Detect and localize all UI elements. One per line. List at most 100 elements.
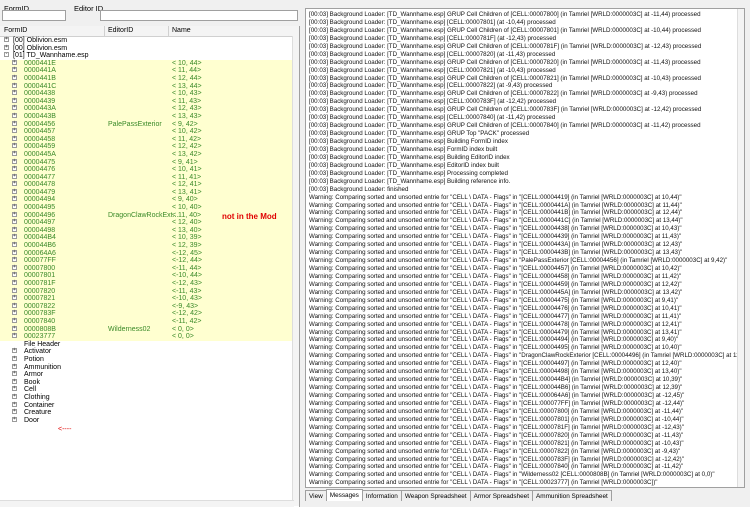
tree-vertical-scrollbar[interactable] [292, 36, 299, 506]
expand-icon[interactable]: + [12, 74, 17, 80]
group-node[interactable]: + Container [0, 401, 299, 410]
tab-weapon-spreadsheet[interactable]: Weapon Spreadsheet [400, 490, 471, 501]
expand-icon[interactable]: + [12, 295, 17, 301]
expand-icon[interactable]: + [12, 264, 17, 270]
expand-icon[interactable]: + [12, 226, 17, 232]
tab-ammunition-spreadsheet[interactable]: Ammunition Spreadsheet [532, 490, 612, 501]
record-row[interactable]: +00004479 < 13, 41> [0, 188, 299, 197]
record-row[interactable]: +0000783F <-12, 42> [0, 310, 299, 318]
expand-icon[interactable]: + [12, 333, 17, 339]
expand-icon[interactable]: + [12, 67, 17, 73]
record-row[interactable]: +00004439 < 11, 43> [0, 97, 299, 106]
group-node[interactable]: + Armor [0, 371, 299, 379]
record-tree[interactable]: FormID EditorID Name + [00] Oblivion.esm +… [0, 26, 300, 507]
expand-icon[interactable]: + [12, 166, 17, 172]
record-row[interactable]: +00004494 < 9, 40> [0, 196, 299, 205]
expand-icon[interactable]: + [12, 120, 17, 126]
file-node[interactable]: - [01] TD_Wannhame.esp [0, 52, 299, 60]
tab-armor-spreadsheet[interactable]: Armor Spreadsheet [469, 490, 534, 501]
group-node[interactable]: + Clothing [0, 393, 299, 402]
record-row[interactable]: +0000445A < 13, 42> [0, 150, 299, 159]
expand-icon[interactable]: + [12, 401, 17, 407]
record-row[interactable]: +00004456 PalePassExterior < 9, 42> [0, 120, 299, 129]
expand-icon[interactable]: + [12, 128, 17, 134]
record-row[interactable]: +0000441A < 11, 44> [0, 67, 299, 75]
tree-horizontal-scrollbar[interactable] [0, 500, 294, 507]
expand-icon[interactable]: + [12, 317, 17, 323]
file-header-node[interactable]: File Header [0, 341, 299, 349]
file-node[interactable]: + [00] Oblivion.esm [0, 37, 299, 45]
record-row[interactable]: +00004457 < 10, 42> [0, 128, 299, 136]
expand-icon[interactable]: + [12, 173, 17, 179]
expand-icon[interactable]: + [12, 325, 17, 331]
expand-icon[interactable]: + [12, 196, 17, 202]
expand-icon[interactable]: + [12, 310, 17, 316]
expand-icon[interactable]: + [12, 204, 17, 210]
expand-icon[interactable]: + [12, 386, 17, 392]
expand-icon[interactable]: + [12, 393, 17, 399]
group-node[interactable]: + Potion [0, 355, 299, 364]
collapse-icon[interactable]: - [4, 52, 9, 58]
record-row[interactable]: +0000443B < 13, 43> [0, 112, 299, 121]
record-row[interactable]: +000044B4 < 10, 39> [0, 234, 299, 243]
record-row[interactable]: +00007800 <-11, 44> [0, 264, 299, 273]
expand-icon[interactable]: + [12, 234, 17, 240]
expand-icon[interactable]: + [4, 44, 9, 50]
expand-icon[interactable]: + [12, 257, 17, 263]
expand-icon[interactable]: + [12, 348, 17, 354]
record-row[interactable]: +00004438 < 10, 43> [0, 90, 299, 98]
record-row[interactable]: +000044B6 < 12, 39> [0, 242, 299, 250]
column-name[interactable]: Name [172, 27, 191, 34]
expand-icon[interactable]: + [12, 105, 17, 111]
record-row[interactable]: +00007801 <-10, 44> [0, 272, 299, 280]
record-row[interactable]: +0000441C < 13, 44> [0, 82, 299, 91]
expand-icon[interactable]: + [12, 112, 17, 118]
record-row[interactable]: +00004476 < 10, 41> [0, 166, 299, 174]
record-row[interactable]: +00004475 < 9, 41> [0, 158, 299, 167]
expand-icon[interactable]: + [12, 272, 17, 278]
record-row[interactable]: +000077FF <-12, 44> [0, 257, 299, 265]
record-row[interactable]: +00004477 < 11, 41> [0, 173, 299, 182]
record-row[interactable]: +00007821 <-10, 43> [0, 295, 299, 303]
record-row[interactable]: +0000441B < 12, 44> [0, 74, 299, 83]
formid-filter-input[interactable] [2, 10, 66, 21]
record-row[interactable]: +0000808B Wilderness02 < 0, 0> [0, 325, 299, 334]
expand-icon[interactable]: + [12, 287, 17, 293]
record-row[interactable]: +00004459 < 12, 42> [0, 143, 299, 151]
expand-icon[interactable]: + [12, 82, 17, 88]
group-node[interactable]: + Door [0, 416, 299, 425]
record-row[interactable]: +00004495 < 10, 40> [0, 204, 299, 212]
group-node[interactable]: + Activator [0, 348, 299, 356]
record-row[interactable]: +00007840 <-11, 42> [0, 317, 299, 326]
expand-icon[interactable]: + [12, 355, 17, 361]
record-row[interactable]: +0000781F <-12, 43> [0, 280, 299, 288]
group-node[interactable]: + Ammunition [0, 363, 299, 372]
expand-icon[interactable]: + [12, 302, 17, 308]
expand-icon[interactable]: + [4, 37, 9, 42]
expand-icon[interactable]: + [12, 409, 17, 415]
tab-information[interactable]: Information [361, 490, 402, 501]
record-row[interactable]: +00004478 < 12, 41> [0, 181, 299, 189]
expand-icon[interactable]: + [12, 363, 17, 369]
record-row[interactable]: +00004458 < 11, 42> [0, 135, 299, 144]
expand-icon[interactable]: + [12, 181, 17, 187]
expand-icon[interactable]: + [12, 150, 17, 156]
expand-icon[interactable]: + [12, 59, 17, 65]
tab-view[interactable]: View [305, 490, 327, 501]
expand-icon[interactable]: + [12, 378, 17, 384]
record-row[interactable]: +00023777 < 0, 0> [0, 333, 299, 341]
expand-icon[interactable]: + [12, 280, 17, 285]
group-node[interactable]: + Creature [0, 409, 299, 417]
expand-icon[interactable]: + [12, 249, 17, 255]
column-formid[interactable]: FormID [4, 27, 27, 34]
record-row[interactable]: +000064A6 <-12, 45> [0, 249, 299, 258]
column-editorid[interactable]: EditorID [108, 27, 133, 34]
tab-messages[interactable]: Messages [325, 489, 363, 501]
group-node[interactable]: + Book [0, 378, 299, 387]
expand-icon[interactable]: + [12, 97, 17, 103]
expand-icon[interactable]: + [12, 219, 17, 225]
expand-icon[interactable]: + [12, 143, 17, 149]
record-row[interactable]: +00007822 <-9, 43> [0, 302, 299, 311]
expand-icon[interactable]: + [12, 158, 17, 164]
expand-icon[interactable]: + [12, 416, 17, 422]
